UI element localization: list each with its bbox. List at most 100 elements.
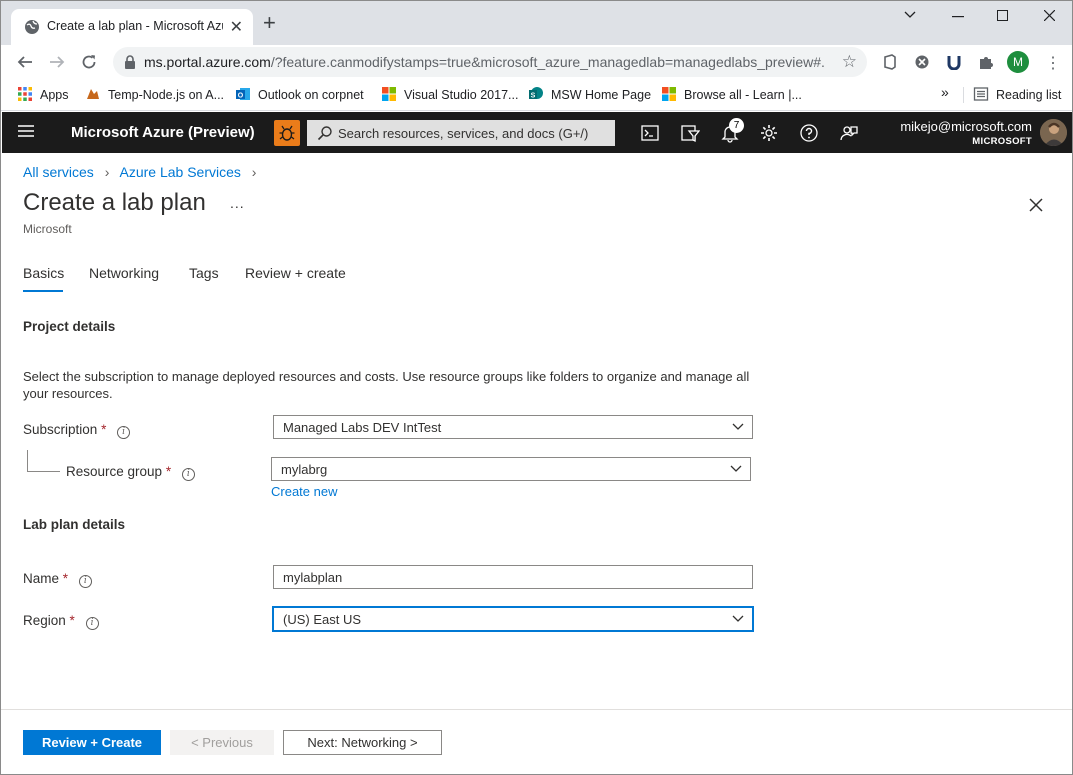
reload-icon[interactable] [81,54,97,70]
resource-group-label-text: Resource group [66,464,163,479]
azure-top-bar: Microsoft Azure (Preview) Search resourc… [2,112,1072,153]
directory-filter-icon[interactable] [680,123,700,143]
url-host: ms.portal.azure.com [144,54,271,70]
bookmarks-overflow-button[interactable]: » [941,84,949,100]
create-new-resource-group-link[interactable]: Create new [271,484,337,499]
notification-count-badge: 7 [729,118,744,133]
hierarchy-connector [27,450,60,472]
bookmarks-bar: Apps Temp-Node.js on A... O Outlook on co… [1,79,1072,111]
chevron-down-icon [730,465,742,472]
region-dropdown[interactable]: (US) East US [273,607,753,631]
required-marker: * [69,613,75,628]
microsoft-logo-icon [662,87,676,101]
bookmark-visual-studio[interactable]: Visual Studio 2017... [381,86,518,102]
browser-window: Create a lab plan - Microsoft Azure ✕ + … [0,0,1073,775]
name-label-text: Name [23,571,60,586]
bookmark-label: Outlook on corpnet [258,88,364,102]
hamburger-menu-icon[interactable] [18,124,34,138]
breadcrumb-all-services[interactable]: All services [23,164,94,180]
lab-plan-name-input[interactable]: mylabplan [273,565,753,589]
region-label: Region * i [23,613,99,630]
preview-feedback-button[interactable] [274,120,300,146]
maximize-icon[interactable] [997,10,1008,21]
info-icon[interactable]: i [78,575,92,588]
u-extension-icon[interactable] [946,54,962,70]
required-marker: * [101,422,107,437]
new-tab-button[interactable]: + [263,12,276,34]
user-avatar[interactable] [1040,119,1067,146]
lab-plan-details-heading: Lab plan details [23,517,126,532]
cloud-shell-icon[interactable] [640,123,660,143]
url-text: ms.portal.azure.com/?feature.canmodifyst… [144,54,824,70]
tab-networking[interactable]: Networking [89,265,159,281]
region-label-text: Region [23,613,66,628]
subscription-dropdown[interactable]: Managed Labs DEV IntTest [273,415,753,439]
project-details-heading: Project details [23,319,116,334]
required-marker: * [165,464,172,479]
browser-menu-icon[interactable]: ⋮ [1045,53,1061,73]
close-blade-icon[interactable] [1027,196,1045,214]
feedback-icon[interactable] [839,123,859,143]
name-label: Name * i [23,571,92,588]
more-options-button[interactable]: ... [230,195,245,211]
bookmark-star-icon[interactable]: ☆ [842,52,857,72]
back-arrow-icon[interactable] [17,54,33,70]
global-search-input[interactable]: Search resources, services, and docs (G+… [307,120,615,146]
next-networking-button[interactable]: Next: Networking > [283,730,442,755]
subscription-label-text: Subscription [23,422,98,437]
breadcrumb: All services › Azure Lab Services › [23,164,263,180]
blocker-extension-icon[interactable] [914,54,930,70]
forward-arrow-icon[interactable] [49,54,65,70]
info-icon[interactable]: i [85,617,99,630]
tab-review-create[interactable]: Review + create [245,265,346,281]
minimize-icon[interactable] [952,16,964,18]
tab-basics[interactable]: Basics [23,265,64,281]
azure-brand[interactable]: Microsoft Azure (Preview) [71,124,255,141]
bookmark-apps[interactable]: Apps [17,86,69,102]
browser-toolbar: ms.portal.azure.com/?feature.canmodifyst… [1,45,1072,79]
info-icon[interactable]: i [181,468,195,481]
active-tab-indicator [23,290,63,292]
resource-group-value: mylabrg [281,462,328,477]
tab-tags[interactable]: Tags [189,265,219,281]
lock-icon[interactable] [123,54,137,70]
bookmarks-divider [963,87,964,103]
chevron-down-icon [732,615,744,622]
help-icon[interactable] [799,123,819,143]
tab-search-chevron-icon[interactable] [904,10,916,20]
breadcrumb-azure-lab-services[interactable]: Azure Lab Services [119,164,240,180]
reading-list-button[interactable]: Reading list [973,86,1061,102]
window-close-icon[interactable] [1044,10,1055,21]
previous-button[interactable]: < Previous [170,730,274,755]
bookmark-label: MSW Home Page [551,88,652,102]
subscription-label: Subscription * i [23,422,131,439]
lab-plan-name-value: mylabplan [283,570,343,585]
search-placeholder: Search resources, services, and docs (G+… [338,126,589,141]
reading-list-label: Reading list [996,88,1062,102]
page-title: Create a lab plan [23,189,206,216]
bookmark-browse-learn[interactable]: Browse all - Learn |... [661,86,802,102]
bookmark-outlook[interactable]: O Outlook on corpnet [235,86,364,102]
url-path: /?feature.canmodifystamps=true&microsoft… [270,54,824,70]
apps-grid-icon [18,87,32,101]
settings-gear-icon[interactable] [759,123,779,143]
extensions-puzzle-icon[interactable] [978,54,994,70]
info-icon[interactable]: i [117,426,131,439]
region-value: (US) East US [283,612,362,627]
resource-group-dropdown[interactable]: mylabrg [271,457,751,481]
review-create-button[interactable]: Review + Create [23,730,161,755]
bookmark-label: Apps [40,88,69,102]
browser-tab[interactable]: Create a lab plan - Microsoft Azure ✕ [11,9,253,45]
bookmark-temp-node[interactable]: Temp-Node.js on A... [85,86,224,102]
office-extension-icon[interactable] [882,54,898,70]
folder-icon [87,89,99,99]
tab-close-icon[interactable]: ✕ [230,17,243,37]
microsoft-logo-icon [382,87,396,101]
bug-icon [279,125,295,141]
profile-avatar[interactable]: M [1007,51,1029,73]
account-info[interactable]: mikejo@microsoft.com MICROSOFT [862,119,1032,147]
bookmark-msw-home[interactable]: S MSW Home Page [528,86,651,102]
sharepoint-icon: S [529,87,543,100]
project-details-description: Select the subscription to manage deploy… [23,369,750,401]
address-bar[interactable]: ms.portal.azure.com/?feature.canmodifyst… [113,47,867,77]
